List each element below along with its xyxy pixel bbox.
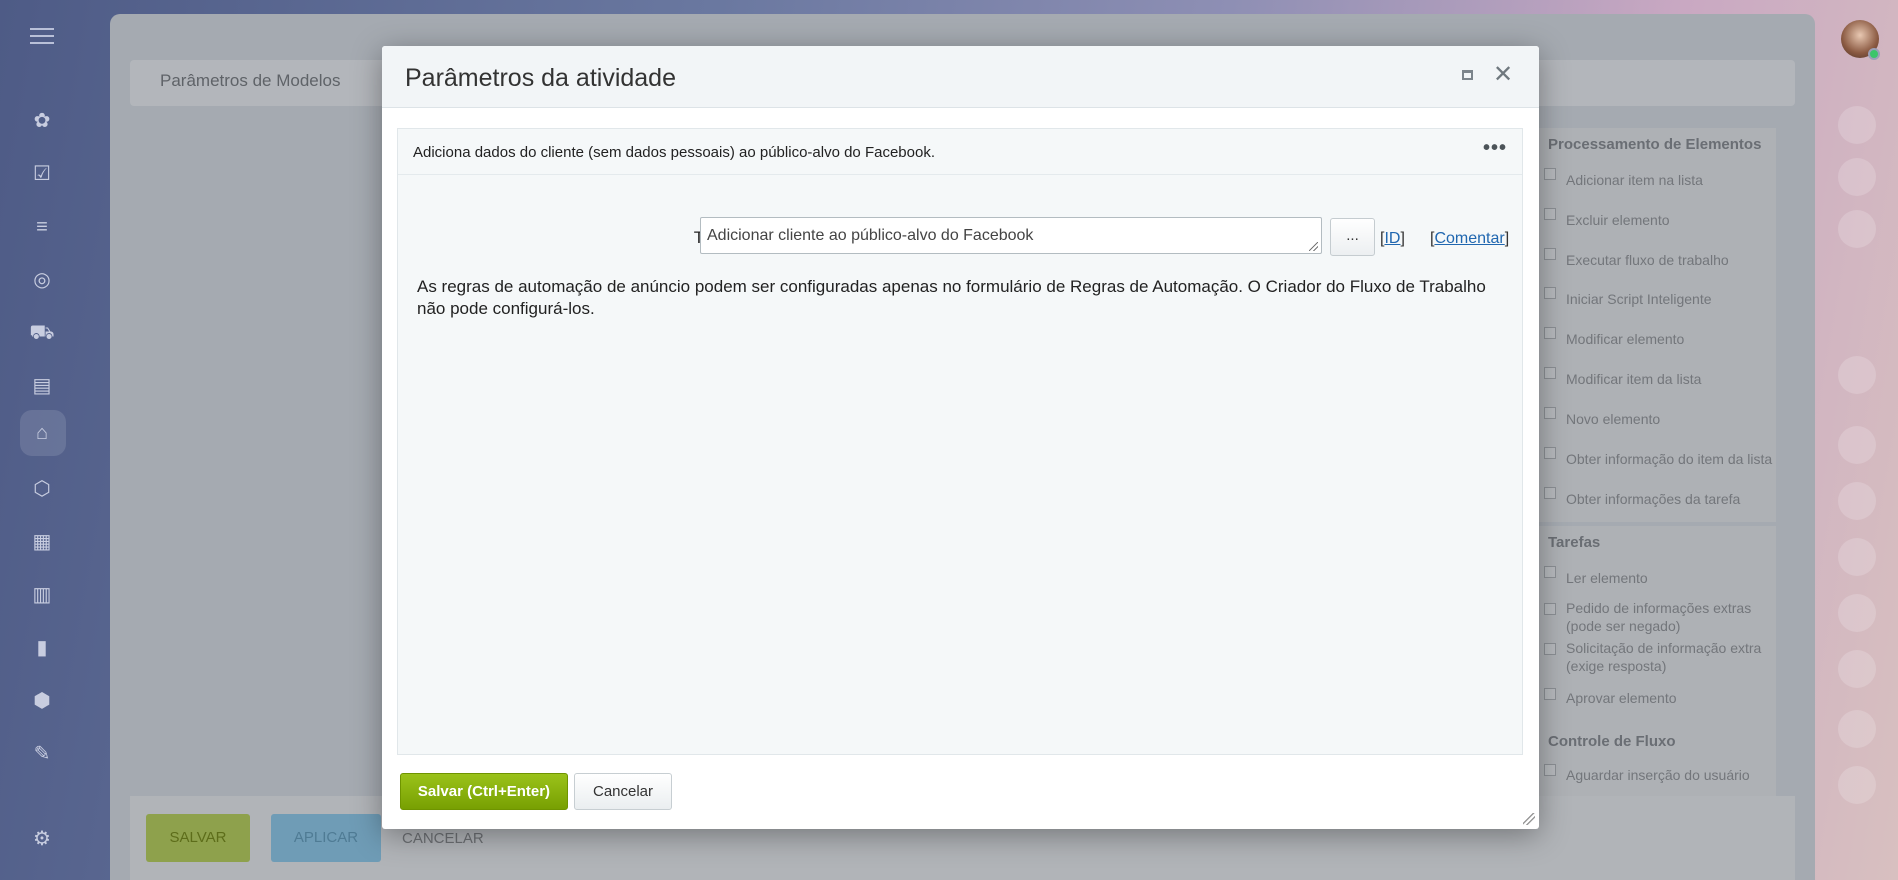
palette-item[interactable]: Obter informação do item da lista — [1566, 450, 1776, 468]
comment-link[interactable]: Comentar — [1434, 230, 1504, 247]
resize-grip-icon[interactable] — [1523, 813, 1535, 825]
chart-icon[interactable]: ▮ — [28, 634, 56, 662]
activity-icon — [1544, 327, 1556, 339]
save-button[interactable]: Salvar (Ctrl+Enter) — [400, 773, 568, 810]
palette-item[interactable]: Solicitação de informação extra (exige r… — [1566, 639, 1776, 675]
background-cancel-button[interactable]: CANCELAR — [402, 830, 484, 847]
activity-icon — [1544, 487, 1556, 499]
rail-avatar-icon[interactable] — [1838, 594, 1876, 632]
left-sidebar: ✿ ☑ ≡ ◎ ⛟ ▤ ⌂ ⬡ ▦ ▥ ▮ ⬢ ✎ ⚙ — [0, 0, 86, 880]
palette-item[interactable]: Iniciar Script Inteligente — [1566, 290, 1776, 308]
activity-icon — [1544, 367, 1556, 379]
palette-item[interactable]: Obter informações da tarefa — [1566, 490, 1776, 508]
hexagon-icon[interactable]: ⬢ — [28, 687, 56, 715]
dialog-header: Parâmetros da atividade ✕ — [382, 46, 1539, 108]
palette-group-title[interactable]: Processamento de Elementos — [1548, 136, 1761, 153]
palette-item[interactable]: Aguardar inserção do usuário — [1566, 766, 1776, 784]
activity-icon — [1544, 764, 1556, 776]
contact-card-icon[interactable]: ▤ — [28, 372, 56, 400]
id-link[interactable]: ID — [1384, 230, 1400, 247]
background-apply-button[interactable]: APLICAR — [271, 814, 381, 862]
cancel-button[interactable]: Cancelar — [574, 773, 672, 810]
activity-icon — [1544, 643, 1556, 655]
online-status-icon — [1868, 48, 1880, 60]
palette-icon[interactable]: ✿ — [28, 107, 56, 135]
palette-item[interactable]: Ler elemento — [1566, 569, 1776, 587]
palette-item[interactable]: Aprovar elemento — [1566, 689, 1776, 707]
automation-icon[interactable]: ⌂ — [28, 419, 56, 447]
background-save-button[interactable]: SALVAR — [146, 814, 250, 862]
rail-avatar-icon[interactable] — [1838, 766, 1876, 804]
notifications-icon[interactable] — [1838, 106, 1876, 144]
chat-icon[interactable] — [1838, 210, 1876, 248]
activity-icon — [1544, 208, 1556, 220]
palette-item[interactable]: Modificar elemento — [1566, 330, 1776, 348]
palette-item[interactable]: Pedido de informações extras (pode ser n… — [1566, 599, 1776, 635]
tasks-icon[interactable]: ☑ — [28, 160, 56, 188]
info-message: As regras de automação de anúncio podem … — [417, 277, 1486, 318]
rail-avatar-icon[interactable] — [1838, 482, 1876, 520]
activity-icon — [1544, 168, 1556, 180]
palette-item[interactable]: Adicionar item na lista — [1566, 171, 1776, 189]
cart-icon[interactable]: ⛟ — [28, 319, 56, 347]
activity-icon — [1544, 407, 1556, 419]
insert-value-button[interactable]: ... — [1330, 218, 1375, 256]
dialog-title: Parâmetros da atividade — [405, 64, 676, 92]
activity-icon — [1544, 688, 1556, 700]
menu-icon[interactable] — [30, 28, 54, 44]
more-icon[interactable]: ••• — [1481, 137, 1509, 163]
search-icon[interactable] — [1838, 158, 1876, 196]
breadcrumb: Parâmetros de Modelos — [160, 71, 341, 90]
id-link-wrap: [ID] — [1380, 230, 1405, 247]
activity-icon — [1544, 287, 1556, 299]
funnel-icon[interactable]: ≡ — [28, 213, 56, 241]
palette-item[interactable]: Modificar item da lista — [1566, 370, 1776, 388]
resize-grip-icon[interactable] — [1309, 242, 1318, 251]
calendar-icon[interactable]: ▥ — [28, 581, 56, 609]
palette-item[interactable]: Novo elemento — [1566, 410, 1776, 428]
dialog-body: Adiciona dados do cliente (sem dados pes… — [397, 128, 1523, 755]
calendar-icon[interactable] — [1838, 710, 1876, 748]
maximize-icon[interactable] — [1462, 70, 1476, 84]
activity-icon — [1544, 566, 1556, 578]
palette-item[interactable]: Excluir elemento — [1566, 211, 1776, 229]
palette-item[interactable]: Executar fluxo de trabalho — [1566, 251, 1776, 269]
document-edit-icon[interactable]: ✎ — [28, 740, 56, 768]
rail-avatar-icon[interactable] — [1838, 538, 1876, 576]
rail-avatar-icon[interactable] — [1838, 650, 1876, 688]
comment-link-wrap: [Comentar] — [1430, 230, 1510, 247]
settings-icon[interactable]: ⚙ — [28, 825, 56, 853]
description-bar: Adiciona dados do cliente (sem dados pes… — [398, 129, 1522, 175]
rail-avatar-icon[interactable] — [1838, 426, 1876, 464]
target-icon[interactable]: ◎ — [28, 266, 56, 294]
title-field[interactable] — [700, 217, 1322, 254]
close-icon[interactable]: ✕ — [1492, 62, 1514, 88]
activity-palette: Processamento de Elementos Adicionar ite… — [1536, 128, 1776, 880]
palette-group-title[interactable]: Tarefas — [1548, 534, 1600, 551]
activity-icon — [1544, 447, 1556, 459]
activity-parameters-dialog: Parâmetros da atividade ✕ Adiciona dados… — [382, 46, 1539, 829]
bookmark-icon[interactable] — [1838, 356, 1876, 394]
activity-description: Adiciona dados do cliente (sem dados pes… — [413, 144, 935, 161]
store-icon[interactable]: ▦ — [28, 528, 56, 556]
palette-group-title[interactable]: Controle de Fluxo — [1548, 733, 1676, 750]
activity-icon — [1544, 603, 1556, 615]
activity-icon — [1544, 248, 1556, 260]
box-icon[interactable]: ⬡ — [28, 475, 56, 503]
